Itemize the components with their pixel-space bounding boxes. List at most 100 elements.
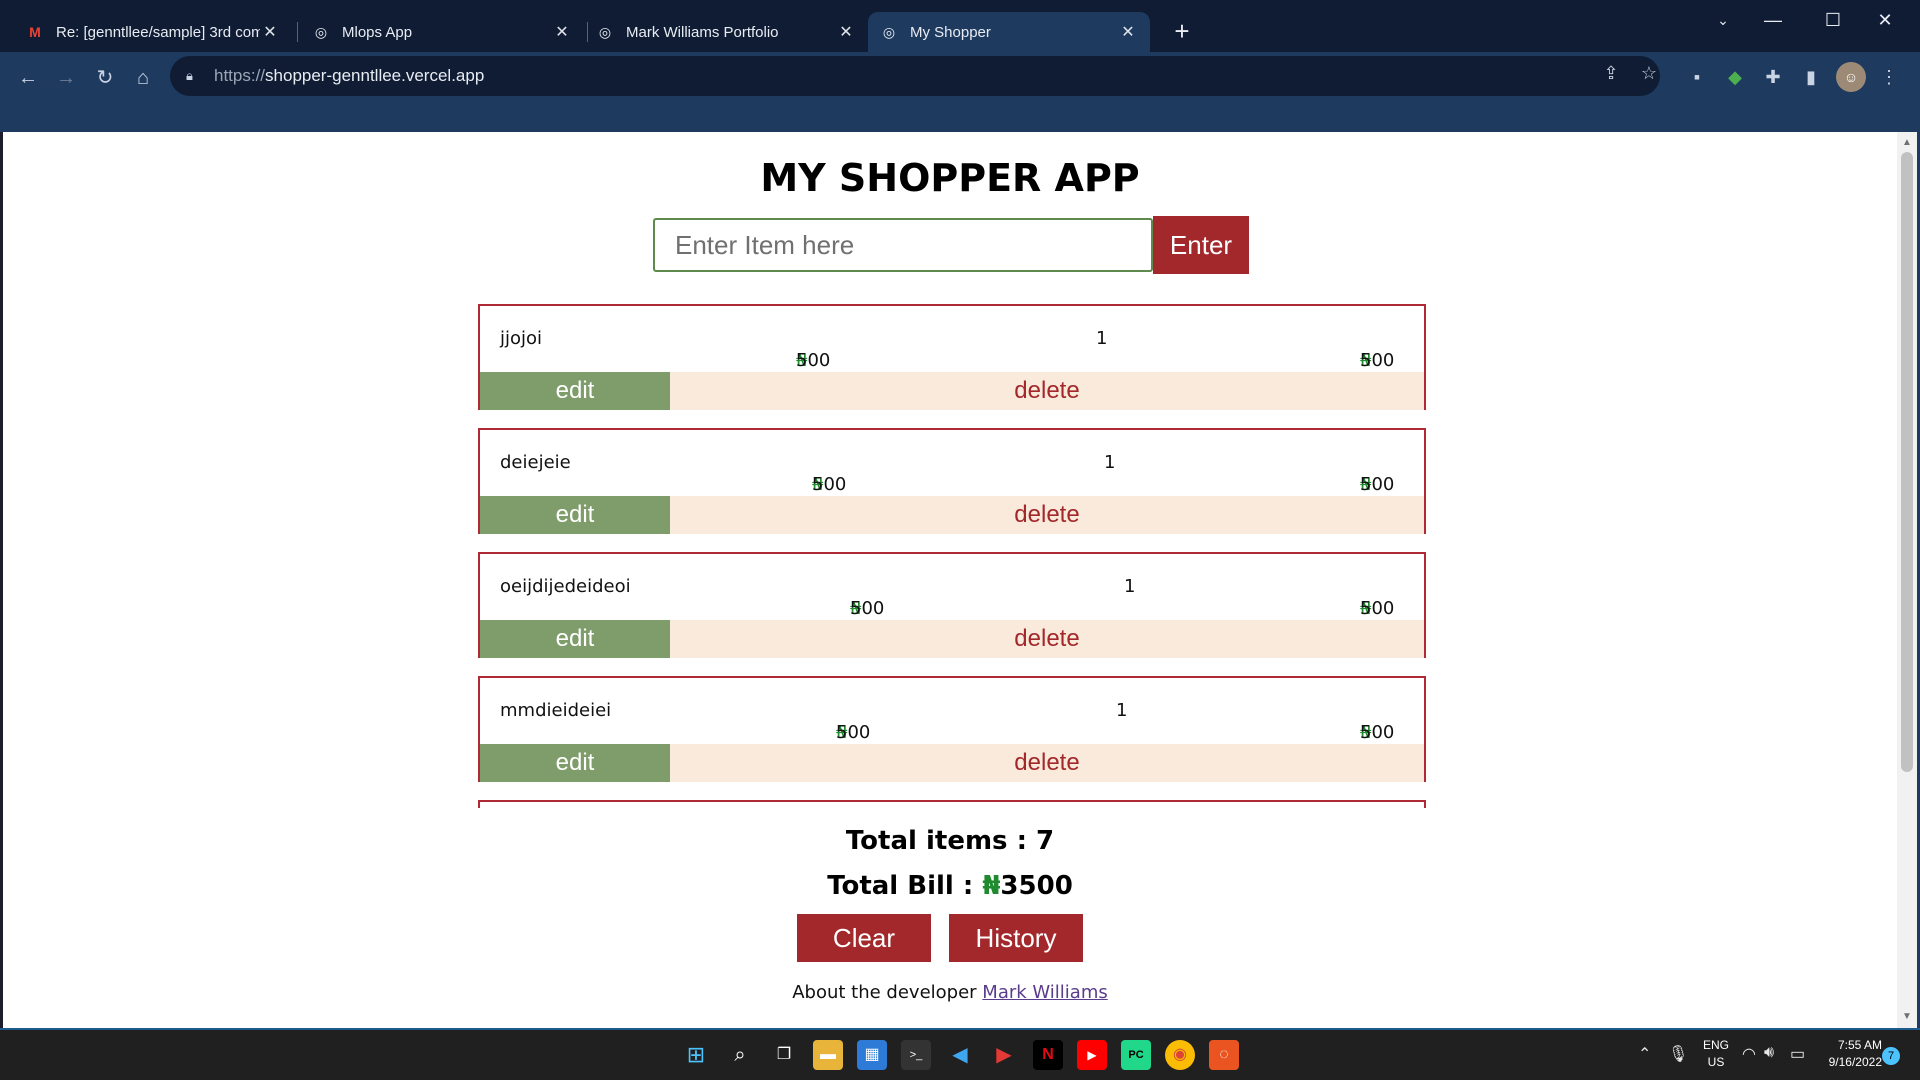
share-icon[interactable]: ⇪: [1598, 60, 1624, 86]
store-icon[interactable]: ▦: [857, 1040, 887, 1070]
forward-arrow-icon[interactable]: →: [50, 62, 82, 94]
edit-button[interactable]: edit: [480, 744, 670, 782]
new-tab-button[interactable]: +: [1166, 16, 1198, 48]
tab-title: Mark Williams Portfolio: [626, 23, 779, 41]
gmail-icon: M: [29, 24, 41, 40]
browser-tab-strip: M Re: [genntllee/sample] 3rd comm ✕ ◎ Ml…: [0, 0, 1920, 52]
developer-link[interactable]: Mark Williams: [982, 982, 1107, 1003]
language-indicator[interactable]: ENG US: [1696, 1037, 1736, 1071]
maximize-button[interactable]: ☐: [1808, 6, 1858, 34]
windows-start-icon[interactable]: ⊞: [681, 1040, 711, 1070]
taskbar: ⊞ ⌕ ❐ ▬ ▦ >_ ◀ ▶ N ▶ PC ◉ ◌ ⌃ 🎙︎ ENG US …: [0, 1028, 1920, 1080]
lock-icon: 🔒︎: [186, 68, 193, 83]
close-tab-icon[interactable]: ✕: [836, 22, 856, 42]
home-icon[interactable]: ⌂: [127, 62, 159, 94]
back-arrow-icon[interactable]: ←: [12, 62, 44, 94]
minimize-button[interactable]: —: [1748, 6, 1798, 34]
delete-button[interactable]: delete: [670, 744, 1424, 782]
app-title: MY SHOPPER APP: [760, 156, 1140, 200]
tab-portfolio[interactable]: ◎ Mark Williams Portfolio ✕: [584, 12, 868, 52]
close-tab-icon[interactable]: ✕: [260, 22, 280, 42]
ubuntu-icon[interactable]: ◌: [1209, 1040, 1239, 1070]
close-window-button[interactable]: ✕: [1860, 6, 1910, 34]
item-row: jjojoi ₦ 500 1 ₦ 500: [500, 328, 1395, 371]
vscode-icon[interactable]: ◀: [945, 1040, 975, 1070]
close-tab-icon[interactable]: ✕: [552, 22, 572, 42]
bookmark-star-icon[interactable]: ☆: [1636, 60, 1662, 86]
pycharm-icon[interactable]: PC: [1121, 1040, 1151, 1070]
item-input[interactable]: [653, 218, 1153, 272]
volume-icon[interactable]: 🔊︎: [1764, 1044, 1774, 1062]
history-button[interactable]: History: [949, 914, 1083, 962]
clear-button[interactable]: Clear: [797, 914, 931, 962]
clock[interactable]: 7:55 AM 9/16/2022: [1812, 1037, 1882, 1071]
item-name: oeijdijedeideoi: [500, 576, 631, 597]
edit-button[interactable]: edit: [480, 372, 670, 410]
extension-icon[interactable]: ▪: [1682, 62, 1712, 92]
item-row: deiejeie ₦ 500 1 ₦ 500: [500, 452, 1395, 495]
terminal-icon[interactable]: >_: [901, 1040, 931, 1070]
item-name: jjojoi: [500, 328, 543, 349]
item-list: jjojoi ₦ 500 1 ₦ 500 edit delete deiejeie …: [478, 304, 1426, 808]
address-bar[interactable]: 🔒︎ https://shopper-genntllee.vercel.app: [170, 56, 1660, 96]
browser-toolbar: ← → ↻ ⌂ 🔒︎ https://shopper-genntllee.ver…: [0, 52, 1920, 132]
list-item-partial: [478, 800, 1426, 808]
globe-icon: ◎: [598, 23, 612, 40]
globe-icon: ◎: [882, 23, 896, 40]
scroll-up-arrow-icon[interactable]: ▲: [1897, 134, 1917, 152]
search-icon[interactable]: ⌕: [725, 1040, 755, 1070]
extension-icon[interactable]: ◆: [1720, 62, 1750, 92]
tab-gmail[interactable]: M Re: [genntllee/sample] 3rd comm ✕: [14, 12, 292, 52]
delete-button[interactable]: delete: [670, 496, 1424, 534]
item-quantity: 1: [1124, 576, 1136, 597]
microphone-icon[interactable]: 🎙︎: [1668, 1044, 1688, 1064]
show-hidden-icons-icon[interactable]: ⌃: [1638, 1044, 1651, 1064]
side-panel-icon[interactable]: ▮: [1796, 62, 1826, 92]
delete-button[interactable]: delete: [670, 620, 1424, 658]
item-quantity: 1: [1104, 452, 1116, 473]
total-items: Total items : 7: [845, 826, 1055, 856]
page-viewport: MY SHOPPER APP Enter jjojoi ₦500 1 ₦500 …: [3, 132, 1897, 1028]
close-tab-icon[interactable]: ✕: [1118, 22, 1138, 42]
globe-icon: ◎: [314, 23, 328, 40]
url-text: https://shopper-genntllee.vercel.app: [214, 66, 485, 85]
reload-icon[interactable]: ↻: [89, 62, 121, 94]
tab-divider: [297, 22, 298, 42]
task-view-icon[interactable]: ❐: [769, 1040, 799, 1070]
total-bill: Total Bill : ₦3500: [827, 871, 1073, 901]
list-item: deiejeie ₦ 500 1 ₦ 500 edit delete: [478, 428, 1426, 534]
list-item: oeijdijedeideoi ₦ 500 1 ₦ 500 edit delete: [478, 552, 1426, 658]
menu-kebab-icon[interactable]: ⋮: [1874, 62, 1904, 92]
tab-search-icon[interactable]: ⌄: [1698, 6, 1748, 34]
scrollbar-thumb[interactable]: [1901, 152, 1913, 772]
enter-button[interactable]: Enter: [1153, 216, 1249, 274]
item-name: deiejeie: [500, 452, 571, 473]
tab-title: Re: [genntllee/sample] 3rd comm: [56, 23, 260, 41]
item-quantity: 1: [1116, 700, 1128, 721]
chrome-icon[interactable]: ◉: [1165, 1040, 1195, 1070]
notification-badge[interactable]: 7: [1882, 1047, 1900, 1065]
wifi-icon[interactable]: ◠: [1742, 1044, 1756, 1064]
file-explorer-icon[interactable]: ▬: [813, 1040, 843, 1070]
item-quantity: 1: [1096, 328, 1108, 349]
battery-icon[interactable]: ▭: [1790, 1044, 1805, 1064]
footer: About the developer Mark Williams: [792, 982, 1108, 1003]
netflix-icon[interactable]: N: [1033, 1040, 1063, 1070]
scroll-down-arrow-icon[interactable]: ▼: [1897, 1008, 1917, 1026]
profile-avatar[interactable]: ☺: [1836, 62, 1866, 92]
media-player-icon[interactable]: ▶: [989, 1040, 1019, 1070]
edit-button[interactable]: edit: [480, 496, 670, 534]
tab-mlops[interactable]: ◎ Mlops App ✕: [300, 12, 584, 52]
edit-button[interactable]: edit: [480, 620, 670, 658]
item-row: oeijdijedeideoi ₦ 500 1 ₦ 500: [500, 576, 1395, 619]
tab-title: My Shopper: [910, 23, 991, 41]
delete-button[interactable]: delete: [670, 372, 1424, 410]
tab-my-shopper[interactable]: ◎ My Shopper ✕: [868, 12, 1150, 52]
list-item: jjojoi ₦ 500 1 ₦ 500 edit delete: [478, 304, 1426, 410]
item-row: mmdieideiei ₦ 500 1 ₦ 500: [500, 700, 1395, 743]
item-name: mmdieideiei: [500, 700, 612, 721]
youtube-icon[interactable]: ▶: [1077, 1040, 1107, 1070]
tab-title: Mlops App: [342, 23, 413, 41]
puzzle-extensions-icon[interactable]: ✚: [1758, 62, 1788, 92]
list-item: mmdieideiei ₦ 500 1 ₦ 500 edit delete: [478, 676, 1426, 782]
